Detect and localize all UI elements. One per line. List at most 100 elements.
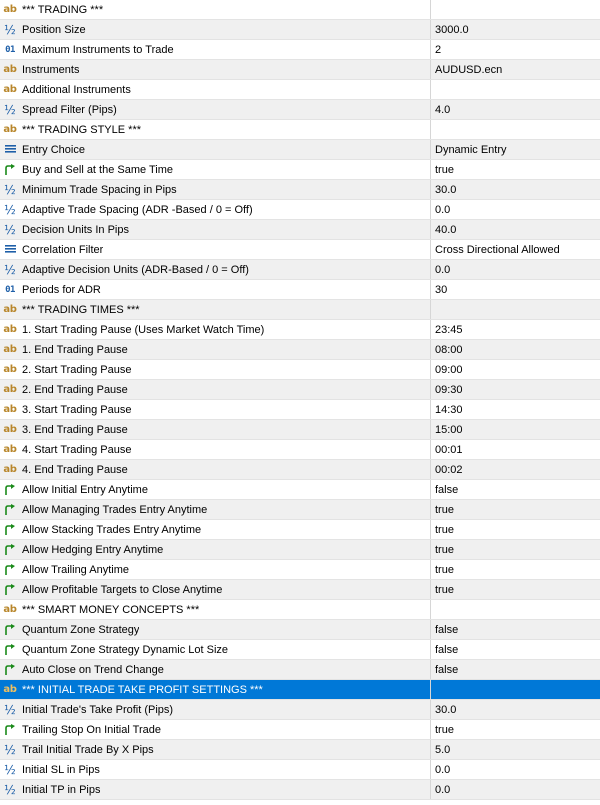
param-value[interactable]: false: [435, 644, 458, 656]
param-value-cell[interactable]: true: [430, 520, 600, 539]
param-value[interactable]: 15:00: [435, 424, 463, 436]
param-value[interactable]: 09:00: [435, 364, 463, 376]
param-value-cell[interactable]: 0.0: [430, 760, 600, 779]
param-value[interactable]: true: [435, 564, 454, 576]
param-row[interactable]: ½ Spread Filter (Pips) 4.0: [0, 100, 600, 120]
param-value-cell[interactable]: 0.0: [430, 780, 600, 799]
param-row[interactable]: Quantum Zone Strategy Dynamic Lot Size fa…: [0, 640, 600, 660]
param-value[interactable]: 23:45: [435, 324, 463, 336]
param-row[interactable]: ab 3. End Trading Pause 15:00: [0, 420, 600, 440]
param-value[interactable]: Cross Directional Allowed: [435, 244, 560, 256]
param-value[interactable]: 30.0: [435, 184, 456, 196]
param-value-cell[interactable]: 23:45: [430, 320, 600, 339]
param-row[interactable]: Trailing Stop On Initial Trade true: [0, 720, 600, 740]
param-row[interactable]: ab Instruments AUDUSD.ecn: [0, 60, 600, 80]
param-row[interactable]: Allow Hedging Entry Anytime true: [0, 540, 600, 560]
param-row[interactable]: ab *** TRADING TIMES ***: [0, 300, 600, 320]
param-value[interactable]: 0.0: [435, 204, 450, 216]
param-row[interactable]: ab 1. Start Trading Pause (Uses Market Wa…: [0, 320, 600, 340]
param-value-cell[interactable]: 0.0: [430, 260, 600, 279]
param-value[interactable]: 40.0: [435, 224, 456, 236]
param-row[interactable]: Allow Stacking Trades Entry Anytime true: [0, 520, 600, 540]
param-value-cell[interactable]: true: [430, 720, 600, 739]
param-row[interactable]: ½ Decision Units In Pips 40.0: [0, 220, 600, 240]
param-value-cell[interactable]: Cross Directional Allowed: [430, 240, 600, 259]
param-value[interactable]: 30: [435, 284, 447, 296]
param-row[interactable]: ab 2. End Trading Pause 09:30: [0, 380, 600, 400]
param-row[interactable]: ab *** TRADING STYLE ***: [0, 120, 600, 140]
param-value-cell[interactable]: 5.0: [430, 740, 600, 759]
param-row[interactable]: ab 3. Start Trading Pause 14:30: [0, 400, 600, 420]
param-row[interactable]: 01 Periods for ADR 30: [0, 280, 600, 300]
param-row[interactable]: ab *** INITIAL TRADE TAKE PROFIT SETTINGS…: [0, 680, 600, 700]
param-value[interactable]: true: [435, 584, 454, 596]
param-value[interactable]: 14:30: [435, 404, 463, 416]
param-value-cell[interactable]: 30.0: [430, 180, 600, 199]
param-row[interactable]: Allow Initial Entry Anytime false: [0, 480, 600, 500]
param-value[interactable]: false: [435, 484, 458, 496]
param-row[interactable]: Auto Close on Trend Change false: [0, 660, 600, 680]
param-row[interactable]: Buy and Sell at the Same Time true: [0, 160, 600, 180]
param-value[interactable]: 4.0: [435, 104, 450, 116]
param-value[interactable]: 3000.0: [435, 24, 469, 36]
param-row[interactable]: Correlation Filter Cross Directional Allo…: [0, 240, 600, 260]
param-value-cell[interactable]: 2: [430, 40, 600, 59]
param-value[interactable]: true: [435, 164, 454, 176]
param-row[interactable]: ab 4. Start Trading Pause 00:01: [0, 440, 600, 460]
param-row[interactable]: ½ Adaptive Trade Spacing (ADR -Based / 0 …: [0, 200, 600, 220]
param-row[interactable]: ab Additional Instruments: [0, 80, 600, 100]
param-value-cell[interactable]: 00:02: [430, 460, 600, 479]
param-value[interactable]: false: [435, 624, 458, 636]
param-value-cell[interactable]: [430, 0, 600, 19]
param-value[interactable]: 08:00: [435, 344, 463, 356]
param-value-cell[interactable]: [430, 80, 600, 99]
param-value[interactable]: AUDUSD.ecn: [435, 64, 502, 76]
param-value-cell[interactable]: false: [430, 660, 600, 679]
param-value-cell[interactable]: true: [430, 500, 600, 519]
param-value[interactable]: 0.0: [435, 764, 450, 776]
param-value-cell[interactable]: 08:00: [430, 340, 600, 359]
param-value[interactable]: 30.0: [435, 704, 456, 716]
param-value[interactable]: 0.0: [435, 784, 450, 796]
param-value[interactable]: 0.0: [435, 264, 450, 276]
param-value[interactable]: true: [435, 544, 454, 556]
param-row[interactable]: ab 1. End Trading Pause 08:00: [0, 340, 600, 360]
param-row[interactable]: ab 4. End Trading Pause 00:02: [0, 460, 600, 480]
param-value-cell[interactable]: false: [430, 480, 600, 499]
param-value-cell[interactable]: [430, 300, 600, 319]
param-row[interactable]: ½ Initial SL in Pips 0.0: [0, 760, 600, 780]
param-row[interactable]: Allow Trailing Anytime true: [0, 560, 600, 580]
param-value-cell[interactable]: 40.0: [430, 220, 600, 239]
param-value[interactable]: true: [435, 724, 454, 736]
param-value-cell[interactable]: 0.0: [430, 200, 600, 219]
param-value-cell[interactable]: Dynamic Entry: [430, 140, 600, 159]
param-row[interactable]: ab *** TRADING ***: [0, 0, 600, 20]
param-row[interactable]: ½ Initial Trade's Take Profit (Pips) 30.0: [0, 700, 600, 720]
param-value[interactable]: 00:02: [435, 464, 463, 476]
param-value-cell[interactable]: true: [430, 160, 600, 179]
param-row[interactable]: ½ Adaptive Decision Units (ADR-Based / 0 …: [0, 260, 600, 280]
param-value-cell[interactable]: [430, 600, 600, 619]
param-value-cell[interactable]: true: [430, 580, 600, 599]
param-row[interactable]: Allow Managing Trades Entry Anytime true: [0, 500, 600, 520]
param-row[interactable]: ½ Initial TP in Pips 0.0: [0, 780, 600, 800]
param-value-cell[interactable]: [430, 680, 600, 699]
param-value[interactable]: Dynamic Entry: [435, 144, 507, 156]
param-value-cell[interactable]: 3000.0: [430, 20, 600, 39]
param-row[interactable]: ½ Trail Initial Trade By X Pips 5.0: [0, 740, 600, 760]
param-row[interactable]: Allow Profitable Targets to Close Anytim…: [0, 580, 600, 600]
param-row[interactable]: ½ Minimum Trade Spacing in Pips 30.0: [0, 180, 600, 200]
param-value-cell[interactable]: true: [430, 560, 600, 579]
param-value-cell[interactable]: 30.0: [430, 700, 600, 719]
param-value[interactable]: 00:01: [435, 444, 463, 456]
param-value[interactable]: 09:30: [435, 384, 463, 396]
param-value-cell[interactable]: 14:30: [430, 400, 600, 419]
param-row[interactable]: Quantum Zone Strategy false: [0, 620, 600, 640]
param-value[interactable]: 2: [435, 44, 441, 56]
param-row[interactable]: Entry Choice Dynamic Entry: [0, 140, 600, 160]
param-row[interactable]: ½ Position Size 3000.0: [0, 20, 600, 40]
param-row[interactable]: ab *** SMART MONEY CONCEPTS ***: [0, 600, 600, 620]
param-value-cell[interactable]: 09:30: [430, 380, 600, 399]
param-value-cell[interactable]: 4.0: [430, 100, 600, 119]
param-value[interactable]: true: [435, 524, 454, 536]
